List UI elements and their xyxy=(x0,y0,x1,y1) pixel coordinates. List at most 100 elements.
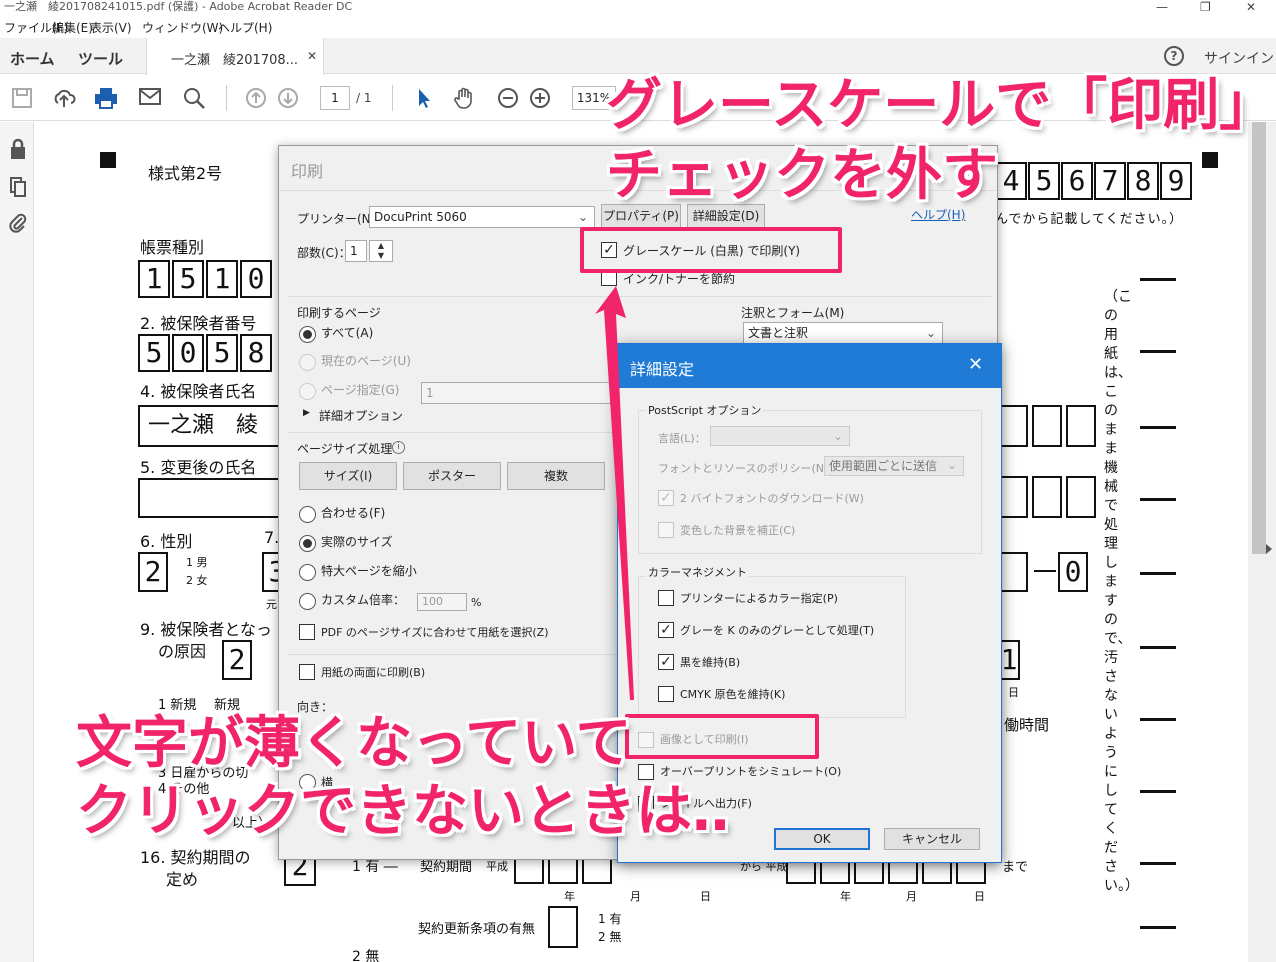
multiple-button[interactable]: 複数 xyxy=(507,462,605,490)
pdf-paper-label: PDF のページサイズに合わせて用紙を選択(Z) xyxy=(321,626,549,639)
menu-help[interactable]: ヘルプ(H) xyxy=(218,19,272,36)
chevron-down-icon: ⌄ xyxy=(832,429,843,443)
language-select[interactable]: ⌄ xyxy=(710,426,850,446)
help-link[interactable]: ヘルプ(H) xyxy=(911,206,965,223)
save-icon[interactable] xyxy=(10,87,34,111)
expand-triangle-icon[interactable]: ▶ xyxy=(303,408,310,418)
font-policy-select[interactable]: 使用範囲ごとに送信 ⌄ xyxy=(824,456,964,476)
discolored-bg-label: 変色した背景を補正(C) xyxy=(680,524,796,537)
upload-cloud-icon[interactable] xyxy=(52,87,76,111)
month-label: 月 xyxy=(906,890,917,903)
digit-box xyxy=(998,476,1028,518)
percent-label: % xyxy=(471,596,482,609)
ok-button[interactable]: OK xyxy=(774,828,870,850)
renewal-option-2: 2 無 xyxy=(598,930,622,944)
copies-input[interactable]: 1 xyxy=(345,240,367,262)
pages-icon[interactable] xyxy=(9,176,27,201)
advanced-dialog-titlebar: 詳細設定 ✕ xyxy=(618,344,1001,388)
select-arrow-icon[interactable] xyxy=(412,87,436,111)
attachment-icon[interactable] xyxy=(9,212,27,237)
keep-cmyk-checkbox[interactable] xyxy=(658,686,674,702)
fit-radio[interactable] xyxy=(299,506,316,523)
minimize-button[interactable]: — xyxy=(1156,0,1168,14)
digit-box xyxy=(998,405,1028,447)
discolored-bg-checkbox[interactable] xyxy=(658,522,674,538)
tab-tools[interactable]: ツール xyxy=(78,48,123,69)
chevron-down-icon: ⌄ xyxy=(925,326,936,340)
previous-page-icon[interactable] xyxy=(244,87,268,111)
page-number-input[interactable]: 1 xyxy=(320,86,350,110)
lock-icon[interactable] xyxy=(9,138,27,163)
sizing-group-label: ページサイズ処理 xyxy=(297,442,393,456)
gray-k-checkbox[interactable]: ✓ xyxy=(658,622,674,638)
zoom-out-icon[interactable] xyxy=(496,87,520,111)
all-pages-radio[interactable] xyxy=(299,326,316,343)
right-scrollbar[interactable] xyxy=(1248,122,1276,962)
tab-document[interactable]: 一之瀬 綾201708... ✕ xyxy=(146,38,324,75)
hand-tool-icon[interactable] xyxy=(452,87,476,111)
keep-cmyk-label: CMYK 原色を維持(K) xyxy=(680,688,786,701)
renewal-label: 契約更新条項の有無 xyxy=(418,922,536,937)
digit-box: 9 xyxy=(1160,162,1192,200)
digit-box: 0 xyxy=(172,334,204,372)
left-panel xyxy=(0,122,50,962)
simulate-overprint-label: オーバープリントをシミュレート(O) xyxy=(660,765,842,778)
scrollbar-thumb[interactable] xyxy=(1252,122,1266,554)
menu-edit[interactable]: 編集(E) xyxy=(52,19,93,36)
page-range-input[interactable]: 1 xyxy=(421,382,611,404)
current-page-radio[interactable] xyxy=(299,354,316,371)
timing-mark xyxy=(1140,572,1176,575)
search-icon[interactable] xyxy=(182,87,206,111)
shrink-radio[interactable] xyxy=(299,564,316,581)
window-close-button[interactable]: ✕ xyxy=(1246,0,1256,14)
comments-select[interactable]: 文書と注釈 ⌄ xyxy=(743,322,943,344)
sex-box: 2 xyxy=(138,552,168,592)
section-7-label: 7. xyxy=(264,528,280,547)
printer-color-checkbox[interactable] xyxy=(658,590,674,606)
next-page-icon[interactable] xyxy=(276,87,300,111)
tab-home[interactable]: ホーム xyxy=(10,48,55,69)
section-new-name-label: 5. 変更後の氏名 xyxy=(140,458,257,477)
duplex-checkbox[interactable] xyxy=(299,664,315,680)
year-label: 年 xyxy=(564,890,575,903)
menu-window[interactable]: ウィンドウ(W) xyxy=(142,19,223,36)
actual-size-radio[interactable] xyxy=(299,535,316,552)
custom-scale-radio[interactable] xyxy=(299,593,316,610)
digit-box xyxy=(1066,405,1096,447)
section-contract-label: 16. 契約期間の xyxy=(140,848,251,867)
download-2byte-checkbox[interactable]: ✓ xyxy=(658,490,674,506)
cancel-button[interactable]: キャンセル xyxy=(884,828,980,850)
size-button[interactable]: サイズ(I) xyxy=(299,462,397,490)
section-type-label: 帳票種別 xyxy=(140,238,205,257)
tab-close-icon[interactable]: ✕ xyxy=(307,49,317,63)
keep-black-checkbox[interactable]: ✓ xyxy=(658,654,674,670)
printer-select[interactable]: DocuPrint 5060 ⌄ xyxy=(369,206,595,228)
actual-size-label: 実際のサイズ xyxy=(321,535,393,549)
advanced-dialog-close-icon[interactable]: ✕ xyxy=(968,354,983,375)
registration-mark xyxy=(100,152,116,168)
custom-scale-input[interactable]: 100 xyxy=(417,593,467,611)
help-icon[interactable]: ? xyxy=(1164,46,1184,66)
zoom-in-icon[interactable] xyxy=(528,87,552,111)
digit-box xyxy=(1032,476,1062,518)
digit-box: 0 xyxy=(1058,552,1088,592)
more-options-label[interactable]: 詳細オプション xyxy=(319,407,403,424)
print-icon[interactable] xyxy=(94,87,118,111)
menu-view[interactable]: 表示(V) xyxy=(90,19,132,36)
page-range-radio[interactable] xyxy=(299,383,316,400)
simulate-overprint-checkbox[interactable] xyxy=(638,764,654,780)
expand-right-panel-icon[interactable] xyxy=(1266,544,1272,554)
copies-stepper[interactable]: ▲ ▼ xyxy=(369,240,393,262)
email-icon[interactable] xyxy=(138,87,162,111)
poster-button[interactable]: ポスター xyxy=(403,462,501,490)
signin-link[interactable]: サインイン xyxy=(1204,48,1274,68)
pdf-paper-checkbox[interactable] xyxy=(299,624,315,640)
shrink-label: 特大ページを縮小 xyxy=(321,564,417,578)
menu-bar: ファイル(F) 編集(E) 表示(V) ウィンドウ(W) ヘルプ(H) xyxy=(0,16,1276,38)
info-icon[interactable]: i xyxy=(392,441,405,454)
sex-option-male: 1 男 xyxy=(186,556,208,569)
digit-box: 0 xyxy=(240,260,272,298)
keep-black-label: 黒を維持(B) xyxy=(680,656,741,669)
timing-mark xyxy=(1140,498,1176,501)
maximize-button[interactable]: ❐ xyxy=(1200,0,1211,14)
